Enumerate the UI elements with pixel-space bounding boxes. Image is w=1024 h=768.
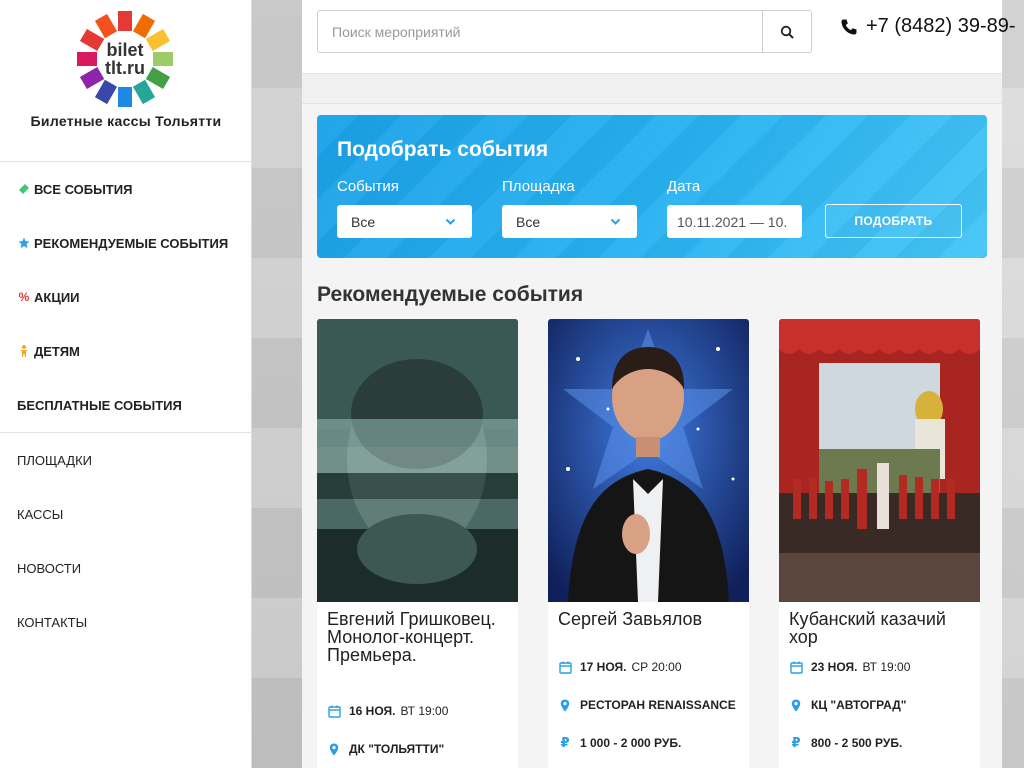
ticket-icon: [17, 183, 31, 195]
event-card[interactable]: Сергей Завьялов 17 ноя. ср 20:00 Рестора…: [548, 319, 749, 768]
sidebar-item-news[interactable]: Новости: [0, 541, 251, 595]
map-pin-icon: [327, 743, 341, 756]
sidebar-item-contacts[interactable]: Контакты: [0, 595, 251, 649]
date-label: Дата: [667, 178, 701, 195]
venue-select-value: Все: [516, 213, 541, 230]
main-content: +7 (8482) 39-89- Подобрать события Событ…: [302, 0, 1016, 768]
ruble-icon: ₽: [560, 735, 570, 750]
logo-area: bilet tlt.ru Билетные кассы Тольятти: [0, 0, 251, 162]
event-venue[interactable]: КЦ "Автоград": [811, 698, 906, 712]
events-select[interactable]: Все: [337, 205, 472, 238]
brand-caption: Билетные кассы Тольятти: [30, 113, 222, 129]
chevron-down-icon: [445, 214, 456, 230]
sidebar-item-label: Все события: [34, 181, 133, 197]
sidebar-item-box-offices[interactable]: Кассы: [0, 487, 251, 541]
site-logo[interactable]: bilet tlt.ru: [76, 10, 174, 108]
percent-icon: %: [18, 290, 30, 304]
search-icon: [780, 25, 794, 39]
event-date: 16 ноя.: [349, 704, 396, 718]
search-input[interactable]: [317, 10, 763, 53]
event-image: [548, 319, 749, 602]
event-date: 23 ноя.: [811, 660, 858, 674]
events-label: События: [337, 178, 399, 195]
event-time: ср 20:00: [631, 660, 682, 674]
event-title[interactable]: Евгений Гришковец. Монолог-концерт. Прем…: [317, 602, 518, 684]
sidebar-item-label: Площадки: [17, 452, 92, 468]
chevron-down-icon: [610, 214, 621, 230]
sidebar-item-all-events[interactable]: Все события: [0, 162, 251, 216]
sidebar-item-promotions[interactable]: % Акции: [0, 270, 251, 324]
venue-select[interactable]: Все: [502, 205, 637, 238]
phone-text: +7 (8482) 39-89-: [866, 15, 1016, 37]
calendar-icon: [327, 705, 341, 718]
event-filter-panel: Подобрать события События Все Площадка В…: [317, 115, 987, 258]
date-range-value: 10.11.2021 — 10.: [677, 213, 788, 230]
sidebar-item-recommended[interactable]: Рекомендуемые события: [0, 216, 251, 270]
calendar-icon: [558, 661, 572, 674]
logo-line-1: bilet: [106, 40, 144, 60]
event-price-row: ₽ 1 000 - 2 000 руб.: [548, 724, 749, 762]
phone-number[interactable]: +7 (8482) 39-89-: [840, 15, 1016, 38]
sidebar-item-label: Новости: [17, 560, 82, 576]
event-card[interactable]: Кубанский казачий хор 23 ноя. вт 19:00 К…: [779, 319, 980, 768]
event-price-row: ₽ 800 - 2 500 руб.: [779, 724, 980, 762]
sidebar-item-label: Рекомендуемые события: [34, 235, 229, 251]
logo-line-2: tlt.ru: [105, 58, 145, 78]
events-select-value: Все: [351, 213, 376, 230]
calendar-icon: [789, 661, 803, 674]
event-price: 800 - 2 500 руб.: [811, 736, 903, 750]
event-venue-row: ДК "Тольятти": [317, 730, 518, 768]
sidebar-item-label: Акции: [34, 289, 80, 305]
event-time: вт 19:00: [862, 660, 911, 674]
sidebar: bilet tlt.ru Билетные кассы Тольятти Все…: [0, 0, 252, 768]
event-venue-row: КЦ "Автоград": [779, 686, 980, 724]
star-icon: [17, 237, 31, 249]
ruble-icon: ₽: [791, 735, 801, 750]
event-date-row: 16 ноя. вт 19:00: [317, 692, 518, 730]
map-pin-icon: [789, 699, 803, 712]
event-venue[interactable]: Ресторан Renaissance: [580, 698, 736, 712]
filter-submit-button[interactable]: ПОДОБРАТЬ: [825, 204, 962, 238]
sidebar-item-venues[interactable]: Площадки: [0, 433, 251, 487]
sub-bar: [302, 74, 1002, 104]
event-venue[interactable]: ДК "Тольятти": [349, 742, 444, 756]
event-image: [317, 319, 518, 602]
phone-icon: [840, 18, 858, 36]
filter-title: Подобрать события: [337, 138, 549, 161]
map-pin-icon: [558, 699, 572, 712]
search-button[interactable]: [762, 10, 812, 53]
event-title[interactable]: Сергей Завьялов: [548, 602, 749, 648]
sidebar-nav: Все события Рекомендуемые события % Акци…: [0, 162, 251, 649]
event-date-row: 17 ноя. ср 20:00: [548, 648, 749, 686]
event-venue-row: Ресторан Renaissance: [548, 686, 749, 724]
event-title[interactable]: Кубанский казачий хор: [779, 602, 980, 648]
sidebar-item-label: Детям: [34, 343, 80, 359]
event-date-row: 23 ноя. вт 19:00: [779, 648, 980, 686]
sidebar-item-free-events[interactable]: Бесплатные события: [0, 378, 251, 432]
event-time: вт 19:00: [400, 704, 449, 718]
venue-label: Площадка: [502, 178, 575, 195]
logo-text: bilet tlt.ru: [76, 10, 174, 108]
sidebar-item-label: Кассы: [17, 506, 64, 522]
event-date: 17 ноя.: [580, 660, 627, 674]
event-card[interactable]: Евгений Гришковец. Монолог-концерт. Прем…: [317, 319, 518, 768]
sidebar-item-kids[interactable]: Детям: [0, 324, 251, 378]
event-image: [779, 319, 980, 602]
top-bar: +7 (8482) 39-89-: [302, 0, 1016, 74]
sidebar-item-label: Бесплатные события: [17, 397, 182, 413]
sidebar-item-label: Контакты: [17, 614, 88, 630]
event-price: 1 000 - 2 000 руб.: [580, 736, 682, 750]
recommended-section-title: Рекомендуемые события: [317, 283, 584, 306]
date-range-input[interactable]: 10.11.2021 — 10.: [667, 205, 802, 238]
child-icon: [17, 345, 31, 357]
